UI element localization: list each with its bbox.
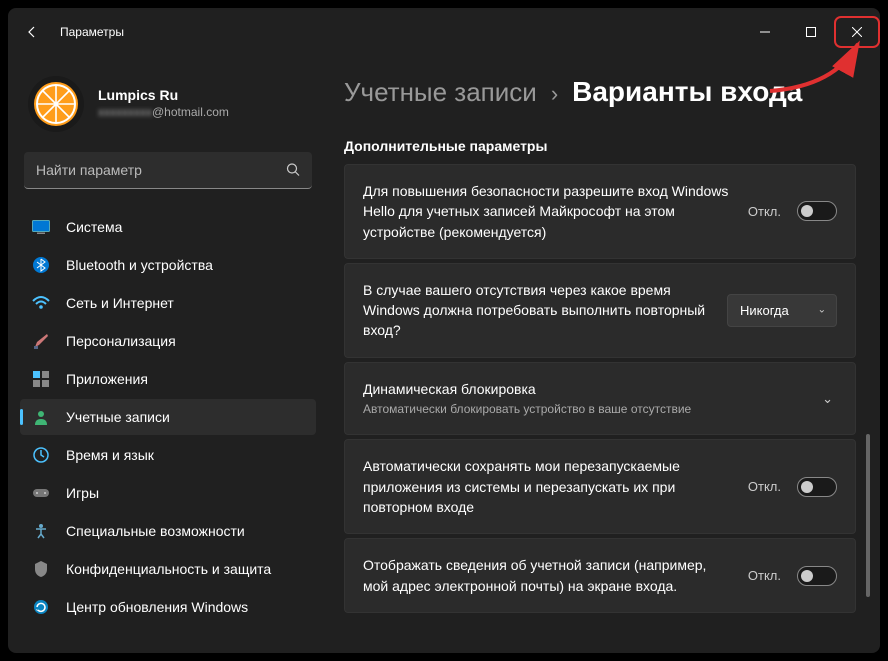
toggle-state-label: Откл.: [748, 568, 781, 583]
sidebar-item-time-language[interactable]: Время и язык: [20, 437, 316, 473]
search-box[interactable]: [24, 152, 312, 189]
setting-title: Динамическая блокировка: [363, 379, 802, 399]
wifi-icon: [32, 294, 50, 312]
chevron-down-icon: ⌄: [818, 305, 826, 316]
main-content: Учетные записи › Варианты входа Дополнит…: [328, 56, 880, 653]
toggle-state-label: Откл.: [748, 204, 781, 219]
gamepad-icon: [32, 484, 50, 502]
nav-label: Учетные записи: [66, 409, 170, 425]
profile-email-suffix: @hotmail.com: [152, 105, 229, 119]
profile-name: Lumpics Ru: [98, 87, 229, 103]
nav-label: Конфиденциальность и защита: [66, 561, 271, 577]
back-button[interactable]: [12, 12, 52, 52]
sidebar: Lumpics Ru xxxxxxxxx@hotmail.com Система: [8, 56, 328, 653]
toggle-switch[interactable]: [797, 566, 837, 586]
nav-list: Система Bluetooth и устройства Сеть и Ин…: [20, 209, 316, 653]
sidebar-item-bluetooth[interactable]: Bluetooth и устройства: [20, 247, 316, 283]
setting-text: Для повышения безопасности разрешите вхо…: [363, 181, 732, 242]
setting-windows-hello: Для повышения безопасности разрешите вхо…: [344, 164, 856, 259]
accessibility-icon: [32, 522, 50, 540]
setting-subtitle: Автоматически блокировать устройство в в…: [363, 401, 802, 418]
shield-icon: [32, 560, 50, 578]
setting-text: В случае вашего отсутствия через какое в…: [363, 280, 711, 341]
nav-label: Персонализация: [66, 333, 176, 349]
breadcrumb-parent[interactable]: Учетные записи: [344, 77, 537, 108]
sidebar-item-windows-update[interactable]: Центр обновления Windows: [20, 589, 316, 625]
search-input[interactable]: [24, 152, 312, 189]
brush-icon: [32, 332, 50, 350]
bluetooth-icon: [32, 256, 50, 274]
toggle-switch[interactable]: [797, 477, 837, 497]
close-button[interactable]: [834, 16, 880, 48]
maximize-button[interactable]: [788, 16, 834, 48]
toggle-state-label: Откл.: [748, 479, 781, 494]
chevron-right-icon: ›: [551, 81, 558, 107]
setting-dynamic-lock[interactable]: Динамическая блокировка Автоматически бл…: [344, 362, 856, 436]
nav-label: Система: [66, 219, 122, 235]
sidebar-item-apps[interactable]: Приложения: [20, 361, 316, 397]
search-icon: [286, 162, 300, 179]
dropdown-require-signin[interactable]: Никогда ⌄: [727, 294, 837, 327]
scrollbar[interactable]: [866, 178, 870, 643]
update-icon: [32, 598, 50, 616]
setting-text: Автоматически сохранять мои перезапускае…: [363, 456, 732, 517]
minimize-button[interactable]: [742, 16, 788, 48]
profile-block[interactable]: Lumpics Ru xxxxxxxxx@hotmail.com: [20, 56, 316, 152]
sidebar-item-system[interactable]: Система: [20, 209, 316, 245]
clock-globe-icon: [32, 446, 50, 464]
setting-show-account-info: Отображать сведения об учетной записи (н…: [344, 538, 856, 613]
setting-auto-restart-apps: Автоматически сохранять мои перезапускае…: [344, 439, 856, 534]
nav-label: Центр обновления Windows: [66, 599, 248, 615]
setting-text: Отображать сведения об учетной записи (н…: [363, 555, 732, 596]
dropdown-value: Никогда: [740, 303, 789, 318]
nav-label: Сеть и Интернет: [66, 295, 174, 311]
sidebar-item-accessibility[interactable]: Специальные возможности: [20, 513, 316, 549]
nav-label: Игры: [66, 485, 99, 501]
setting-require-signin: В случае вашего отсутствия через какое в…: [344, 263, 856, 358]
section-heading: Дополнительные параметры: [344, 138, 856, 154]
nav-label: Bluetooth и устройства: [66, 257, 213, 273]
breadcrumb: Учетные записи › Варианты входа: [344, 76, 856, 108]
nav-label: Специальные возможности: [66, 523, 245, 539]
sidebar-item-network[interactable]: Сеть и Интернет: [20, 285, 316, 321]
titlebar: Параметры: [8, 8, 880, 56]
sidebar-item-accounts[interactable]: Учетные записи: [20, 399, 316, 435]
nav-label: Приложения: [66, 371, 148, 387]
profile-email-blurred: xxxxxxxxx: [98, 105, 152, 119]
scrollbar-thumb[interactable]: [866, 434, 870, 597]
system-icon: [32, 218, 50, 236]
apps-icon: [32, 370, 50, 388]
toggle-switch[interactable]: [797, 201, 837, 221]
chevron-down-icon: ⌄: [818, 391, 837, 407]
sidebar-item-personalization[interactable]: Персонализация: [20, 323, 316, 359]
sidebar-item-gaming[interactable]: Игры: [20, 475, 316, 511]
window-title: Параметры: [60, 25, 124, 39]
sidebar-item-privacy[interactable]: Конфиденциальность и защита: [20, 551, 316, 587]
avatar: [28, 76, 84, 132]
page-title: Варианты входа: [572, 76, 802, 108]
person-icon: [32, 408, 50, 426]
nav-label: Время и язык: [66, 447, 154, 463]
